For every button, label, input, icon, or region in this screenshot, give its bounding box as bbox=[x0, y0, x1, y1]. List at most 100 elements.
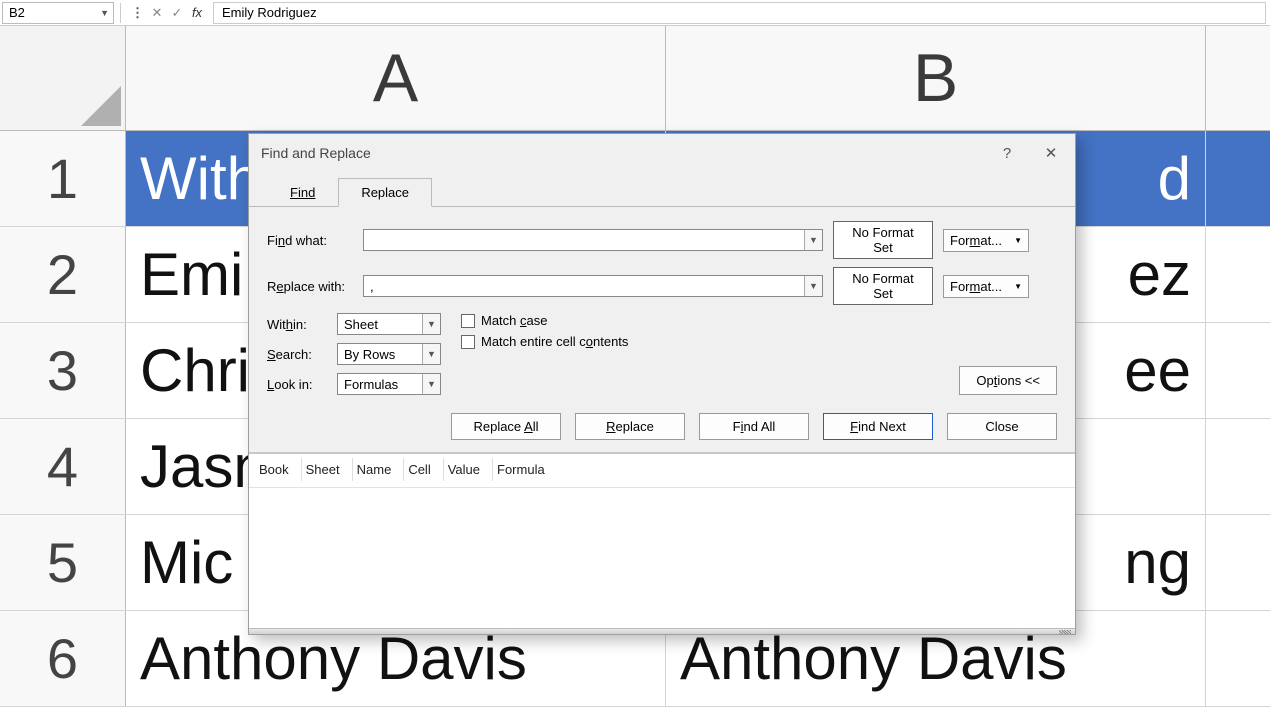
replace-format-button[interactable]: Format... ▼ bbox=[943, 275, 1029, 298]
cell-rest[interactable] bbox=[1206, 515, 1270, 610]
tab-replace-label: Replace bbox=[361, 185, 409, 200]
find-all-button[interactable]: Find All bbox=[699, 413, 809, 440]
results-header: Book Sheet Name Cell Value Formula bbox=[249, 454, 1075, 488]
separator bbox=[120, 3, 121, 23]
replace-button[interactable]: Replace bbox=[575, 413, 685, 440]
replace-all-button[interactable]: Replace All bbox=[451, 413, 561, 440]
results-col-book[interactable]: Book bbox=[255, 458, 302, 481]
col-header-b[interactable]: B bbox=[666, 26, 1206, 130]
dialog-tabs: Find Replace bbox=[267, 178, 1075, 207]
dialog-title: Find and Replace bbox=[261, 145, 371, 161]
grip-icon bbox=[1059, 630, 1071, 634]
name-box-value: B2 bbox=[9, 5, 25, 20]
tab-find-label: Find bbox=[290, 185, 315, 200]
more-icon[interactable]: ⋮ bbox=[127, 3, 147, 23]
results-col-cell[interactable]: Cell bbox=[404, 458, 443, 481]
options-labels-col: Within: Sheet ▼ Search: By Rows ▼ Look i… bbox=[267, 313, 441, 395]
options-area: Within: Sheet ▼ Search: By Rows ▼ Look i… bbox=[267, 313, 1057, 395]
resize-handle[interactable] bbox=[249, 628, 1075, 634]
replace-with-row: Replace with: , ▼ No Format Set Format..… bbox=[267, 267, 1057, 305]
accept-formula-icon[interactable]: ✓ bbox=[167, 3, 187, 23]
replace-format-label: Format... bbox=[950, 279, 1002, 294]
results-col-formula[interactable]: Formula bbox=[493, 458, 557, 481]
chevron-down-icon: ▼ bbox=[1014, 236, 1022, 245]
select-all-corner[interactable] bbox=[0, 26, 126, 130]
results-col-value[interactable]: Value bbox=[444, 458, 493, 481]
checkbox-icon[interactable] bbox=[461, 335, 475, 349]
match-case-label: Match case bbox=[481, 313, 547, 328]
row-header[interactable]: 5 bbox=[0, 515, 126, 610]
find-what-value[interactable] bbox=[364, 230, 804, 250]
chevron-down-icon[interactable]: ▼ bbox=[422, 344, 440, 364]
column-header-row: A B bbox=[0, 26, 1270, 131]
lookin-select[interactable]: Formulas ▼ bbox=[337, 373, 441, 395]
find-what-label: Find what: bbox=[267, 233, 353, 248]
chevron-down-icon[interactable]: ▼ bbox=[100, 8, 109, 18]
cancel-formula-icon[interactable]: ✕ bbox=[147, 3, 167, 23]
lookin-value: Formulas bbox=[338, 374, 422, 394]
replace-with-label: Replace with: bbox=[267, 279, 353, 294]
chevron-down-icon[interactable]: ▼ bbox=[422, 374, 440, 394]
chevron-down-icon[interactable]: ▼ bbox=[422, 314, 440, 334]
row-header[interactable]: 4 bbox=[0, 419, 126, 514]
results-body[interactable] bbox=[249, 488, 1075, 628]
replace-format-status: No Format Set bbox=[833, 267, 933, 305]
options-label: Options << bbox=[976, 373, 1040, 388]
btn-label: Replace All bbox=[473, 419, 538, 434]
find-what-row: Find what: ▼ No Format Set Format... ▼ bbox=[267, 221, 1057, 259]
lookin-label: Look in: bbox=[267, 377, 327, 392]
close-button[interactable]: Close bbox=[947, 413, 1057, 440]
chevron-down-icon[interactable]: ▼ bbox=[804, 230, 822, 250]
formula-input[interactable]: Emily Rodriguez bbox=[213, 2, 1266, 24]
find-next-button[interactable]: Find Next bbox=[823, 413, 933, 440]
replace-with-input[interactable]: , ▼ bbox=[363, 275, 823, 297]
checkbox-col: Match case Match entire cell contents bbox=[461, 313, 628, 349]
btn-label: Replace bbox=[606, 419, 654, 434]
cell-rest[interactable] bbox=[1206, 419, 1270, 514]
dialog-titlebar[interactable]: Find and Replace ? ✕ bbox=[249, 134, 1075, 172]
match-entire-label: Match entire cell contents bbox=[481, 334, 628, 349]
btn-label: Find Next bbox=[850, 419, 906, 434]
match-entire-row[interactable]: Match entire cell contents bbox=[461, 334, 628, 349]
cell-rest[interactable] bbox=[1206, 611, 1270, 706]
name-box[interactable]: B2 ▼ bbox=[2, 2, 114, 24]
cell-rest[interactable] bbox=[1206, 227, 1270, 322]
row-header[interactable]: 1 bbox=[0, 131, 126, 226]
row-header[interactable]: 2 bbox=[0, 227, 126, 322]
formula-bar: B2 ▼ ⋮ ✕ ✓ fx Emily Rodriguez bbox=[0, 0, 1270, 26]
find-replace-dialog: Find and Replace ? ✕ Find Replace Find w… bbox=[248, 133, 1076, 635]
close-icon[interactable]: ✕ bbox=[1031, 138, 1071, 168]
find-what-input[interactable]: ▼ bbox=[363, 229, 823, 251]
find-format-label: Format... bbox=[950, 233, 1002, 248]
col-header-rest bbox=[1206, 26, 1270, 130]
find-format-button[interactable]: Format... ▼ bbox=[943, 229, 1029, 252]
btn-label: Find All bbox=[733, 419, 776, 434]
search-value: By Rows bbox=[338, 344, 422, 364]
chevron-down-icon[interactable]: ▼ bbox=[804, 276, 822, 296]
within-select[interactable]: Sheet ▼ bbox=[337, 313, 441, 335]
match-case-row[interactable]: Match case bbox=[461, 313, 628, 328]
search-select[interactable]: By Rows ▼ bbox=[337, 343, 441, 365]
row-header[interactable]: 6 bbox=[0, 611, 126, 706]
titlebar-controls: ? ✕ bbox=[987, 138, 1071, 168]
col-header-a[interactable]: A bbox=[126, 26, 666, 130]
chevron-down-icon: ▼ bbox=[1014, 282, 1022, 291]
replace-with-value[interactable]: , bbox=[364, 276, 804, 296]
dialog-buttons: Replace All Replace Find All Find Next C… bbox=[249, 403, 1075, 452]
cell-rest[interactable] bbox=[1206, 131, 1270, 226]
fx-icon[interactable]: fx bbox=[187, 3, 207, 23]
tab-find[interactable]: Find bbox=[267, 178, 338, 207]
tab-panel: Find what: ▼ No Format Set Format... ▼ R… bbox=[249, 206, 1075, 403]
results-col-name[interactable]: Name bbox=[353, 458, 405, 481]
checkbox-icon[interactable] bbox=[461, 314, 475, 328]
help-icon[interactable]: ? bbox=[987, 138, 1027, 168]
options-button[interactable]: Options << bbox=[959, 366, 1057, 395]
formula-value: Emily Rodriguez bbox=[222, 5, 317, 20]
within-value: Sheet bbox=[338, 314, 422, 334]
results-panel: Book Sheet Name Cell Value Formula bbox=[249, 452, 1075, 628]
tab-replace[interactable]: Replace bbox=[338, 178, 432, 207]
results-col-sheet[interactable]: Sheet bbox=[302, 458, 353, 481]
cell-rest[interactable] bbox=[1206, 323, 1270, 418]
find-format-status: No Format Set bbox=[833, 221, 933, 259]
row-header[interactable]: 3 bbox=[0, 323, 126, 418]
